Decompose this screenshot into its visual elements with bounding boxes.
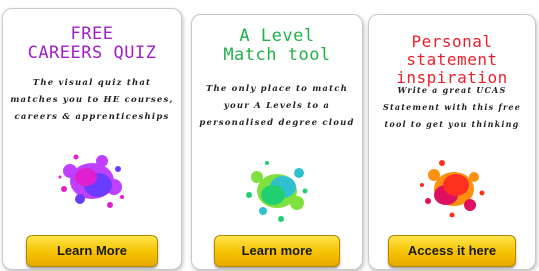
- card-title-line: FREE: [70, 24, 114, 44]
- purple-paint-splash-image: [58, 154, 124, 208]
- card-title: FREE CAREERS QUIZ: [3, 25, 181, 63]
- description-line: Statement with this free: [383, 102, 521, 112]
- a-level-match-card[interactable]: A Level Match tool The only place to mat…: [191, 14, 363, 270]
- access-it-here-button[interactable]: Access it here: [388, 235, 516, 267]
- card-description: The visual quiz that matches you to HE c…: [9, 75, 175, 126]
- description-line: matches you to HE courses,: [10, 95, 174, 105]
- description-line: The visual quiz that: [32, 78, 152, 88]
- description-line: tool to get you thinking: [384, 119, 520, 129]
- personal-statement-card[interactable]: Personal statement inspiration Write a g…: [368, 14, 536, 270]
- card-description: Write a great UCAS Statement with this f…: [375, 82, 529, 133]
- learn-more-button[interactable]: Learn more: [214, 235, 340, 267]
- description-line: personalised degree cloud: [199, 118, 355, 128]
- green-paint-splash-image: [246, 161, 308, 222]
- card-description: The only place to match your A Levels to…: [198, 81, 356, 132]
- card-title-line: Personal statement: [406, 32, 498, 69]
- card-title-line: A Level: [239, 26, 315, 46]
- description-line: your A Levels to a: [223, 101, 331, 111]
- description-line: The only place to match: [205, 84, 348, 94]
- red-paint-splash-image: [420, 160, 485, 218]
- card-title-line: CAREERS QUIZ: [27, 43, 157, 63]
- card-title: A Level Match tool: [192, 27, 362, 65]
- learn-more-button[interactable]: Learn More: [26, 235, 158, 267]
- careers-quiz-card[interactable]: FREE CAREERS QUIZ The visual quiz that m…: [2, 8, 182, 270]
- description-line: careers & apprenticeships: [14, 112, 170, 122]
- card-title: Personal statement inspiration: [369, 33, 535, 87]
- description-line: Write a great UCAS: [397, 85, 507, 95]
- card-title-line: Match tool: [223, 45, 331, 65]
